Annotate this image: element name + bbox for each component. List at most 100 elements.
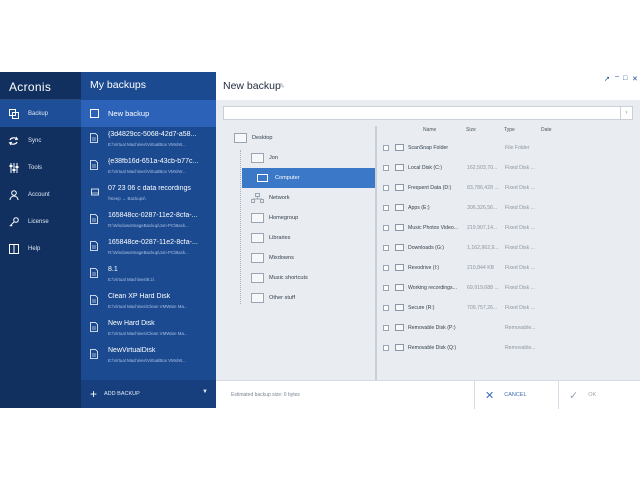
add-backup-label: ADD BACKUP xyxy=(104,391,140,397)
row-checkbox[interactable] xyxy=(383,285,389,291)
column-header-type[interactable]: Type xyxy=(504,127,515,133)
backup-list-item[interactable]: NewVirtualDisk E:\Virtual Machines\Virtu… xyxy=(81,343,216,370)
new-backup-item[interactable]: New backup xyxy=(81,100,216,127)
file-row[interactable]: Downloads (G:) 1,162,962,9... Fixed Disk… xyxy=(377,238,640,258)
add-backup-button[interactable]: + ADD BACKUP ▼ xyxy=(81,380,216,408)
row-checkbox[interactable] xyxy=(383,165,389,171)
search-bar: › xyxy=(216,100,640,126)
cancel-button[interactable]: ✕ CANCEL xyxy=(474,381,558,409)
tree-item-selected[interactable]: Computer xyxy=(242,168,376,188)
file-row[interactable]: Frequent Data (D:) 83,786,428 ... Fixed … xyxy=(377,178,640,198)
backup-name: 165848ce-0287-11e2-8cfa-... xyxy=(108,239,198,246)
file-row[interactable]: ScanSnap Folder File Folder xyxy=(377,138,640,158)
row-checkbox[interactable] xyxy=(383,345,389,351)
file-row[interactable]: Revodrive (I:) 210,844 KB Fixed Disk ... xyxy=(377,258,640,278)
tree-item[interactable]: Homegroup xyxy=(251,208,298,228)
tree-item[interactable]: Other stuff xyxy=(251,288,295,308)
file-size: 83,786,428 ... xyxy=(467,185,499,191)
backup-list-item[interactable]: Clean XP Hard Disk E:\Virtual Machines\C… xyxy=(81,289,216,316)
restore-icon[interactable]: ↗ xyxy=(604,75,610,83)
close-icon: ✕ xyxy=(485,389,495,402)
backup-list-item[interactable]: 07 23 06 c data recordings \\Keep → Back… xyxy=(81,181,216,208)
row-checkbox[interactable] xyxy=(383,225,389,231)
file-row[interactable]: Secure (R:) 709,757,26... Fixed Disk ... xyxy=(377,298,640,318)
file-row[interactable]: Music Photos Video... 219,907,14... Fixe… xyxy=(377,218,640,238)
backup-name: NewVirtualDisk xyxy=(108,347,156,354)
go-arrow-icon[interactable]: › xyxy=(620,107,632,119)
backup-path: E:\Virtual Machines\VirtualBox VMs\W... xyxy=(108,142,186,147)
tree-item[interactable]: Desktop xyxy=(234,128,273,148)
tree-item[interactable]: Libraries xyxy=(251,228,290,248)
file-type: Fixed Disk ... xyxy=(505,165,535,171)
check-icon: ✓ xyxy=(569,389,579,402)
file-list-header: Name Size Type Date xyxy=(377,126,640,136)
page-title[interactable]: New backup xyxy=(223,80,281,92)
ok-button[interactable]: ✓ OK xyxy=(558,381,640,409)
file-row[interactable]: Local Disk (C:) 162,503,70... Fixed Disk… xyxy=(377,158,640,178)
file-name: Apps (E:) xyxy=(408,205,430,211)
row-checkbox[interactable] xyxy=(383,305,389,311)
backup-path: E:\Virtual Machines\Clean VMWare Ma... xyxy=(108,304,188,309)
file-type: Fixed Disk ... xyxy=(505,205,535,211)
file-type: Fixed Disk ... xyxy=(505,225,535,231)
backup-path: E:\Virtual Machines\VirtualBox VMs\W... xyxy=(108,169,186,174)
close-button[interactable]: ✕ xyxy=(632,75,638,83)
backup-list-item[interactable]: 165848cc-0287-11e2-8cfa-... R:\WindowsIm… xyxy=(81,208,216,235)
tree-item[interactable]: Mixdowns xyxy=(251,248,294,268)
account-icon xyxy=(8,189,19,200)
folder-icon xyxy=(234,133,247,143)
nav-item-backup[interactable]: Backup xyxy=(0,100,81,127)
nav-item-tools[interactable]: Tools xyxy=(0,154,81,181)
tree-item-label: Jon xyxy=(269,155,279,161)
nav-label: Backup xyxy=(28,110,49,117)
file-row[interactable]: Apps (E:) 306,326,56... Fixed Disk ... xyxy=(377,198,640,218)
backup-list-item[interactable]: 8.1 E:\Virtual Machines\8.1\ xyxy=(81,262,216,289)
maximize-button[interactable]: □ xyxy=(623,75,627,82)
backup-list-item[interactable]: New Hard Disk E:\Virtual Machines\Clean … xyxy=(81,316,216,343)
row-checkbox[interactable] xyxy=(383,185,389,191)
row-checkbox[interactable] xyxy=(383,205,389,211)
column-header-size[interactable]: Size xyxy=(466,127,476,133)
tree-item[interactable]: Network xyxy=(251,188,290,208)
nav-item-account[interactable]: Account xyxy=(0,181,81,208)
pencil-icon[interactable]: ✎ xyxy=(279,82,285,90)
backup-name: 165848cc-0287-11e2-8cfa-... xyxy=(108,212,198,219)
backup-list-item[interactable]: {e38fb16d-651a-43cb-b77c... E:\Virtual M… xyxy=(81,154,216,181)
row-checkbox[interactable] xyxy=(383,245,389,251)
column-header-name[interactable]: Name xyxy=(423,127,436,133)
file-icon xyxy=(90,214,98,224)
tree-item-label: Libraries xyxy=(269,235,291,241)
search-input[interactable]: › xyxy=(223,106,633,120)
tree-item[interactable]: Music shortcuts xyxy=(251,268,308,288)
tree-item-label: Desktop xyxy=(252,135,273,141)
file-row[interactable]: Removable Disk (Q:) Removable... xyxy=(377,338,640,358)
row-checkbox[interactable] xyxy=(383,325,389,331)
file-type: Fixed Disk ... xyxy=(505,305,535,311)
file-name: Revodrive (I:) xyxy=(408,265,440,271)
nav-label: License xyxy=(28,218,49,225)
folder-icon xyxy=(251,253,264,263)
disk-icon xyxy=(395,224,404,231)
nav-item-license[interactable]: License xyxy=(0,208,81,235)
backup-list-item[interactable]: 165848ce-0287-11e2-8cfa-... R:\WindowsIm… xyxy=(81,235,216,262)
copy-icon xyxy=(8,108,19,119)
tree-item[interactable]: Jon xyxy=(251,148,278,168)
row-checkbox[interactable] xyxy=(383,145,389,151)
backup-list-item[interactable]: {3d4829cc-5068-42d7-a58... E:\Virtual Ma… xyxy=(81,127,216,154)
nav-label: Help xyxy=(28,245,41,252)
folder-icon xyxy=(251,213,264,223)
ok-label: OK xyxy=(588,392,597,398)
column-header-date[interactable]: Date xyxy=(541,127,552,133)
nav-label: Tools xyxy=(28,164,43,171)
file-name: Removable Disk (Q:) xyxy=(408,345,457,351)
nav-item-sync[interactable]: Sync xyxy=(0,127,81,154)
minimize-button[interactable]: – xyxy=(615,73,619,80)
row-checkbox[interactable] xyxy=(383,265,389,271)
chevron-down-icon[interactable]: ▼ xyxy=(202,389,208,395)
file-row[interactable]: Removable Disk (P:) Removable... xyxy=(377,318,640,338)
disk-icon xyxy=(395,264,404,271)
file-icon xyxy=(90,322,98,332)
nav-label: Account xyxy=(28,191,50,198)
file-row[interactable]: Working recordings... 69,919,688 ... Fix… xyxy=(377,278,640,298)
nav-item-help[interactable]: Help xyxy=(0,235,81,262)
